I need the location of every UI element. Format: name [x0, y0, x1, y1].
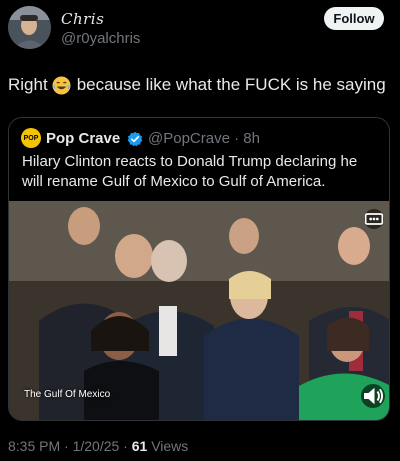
quoted-post-text: Hilary Clinton reacts to Donald Trump de…: [22, 153, 358, 190]
author-display-name[interactable]: Chris: [61, 10, 104, 28]
volume-icon[interactable]: [361, 384, 385, 408]
author-avatar[interactable]: [8, 6, 51, 49]
video-caption: The Gulf Of Mexico: [24, 389, 111, 400]
quoted-post-card[interactable]: POP Pop Crave @PopCrave · 8h Hilary Clin…: [8, 117, 390, 421]
video-frame: [9, 201, 389, 420]
video-player[interactable]: The Gulf Of Mexico: [9, 201, 389, 420]
quoted-author-avatar[interactable]: POP: [21, 128, 41, 148]
post-text-after: because like what the FUCK is he saying: [76, 75, 386, 94]
views-count: 61: [131, 438, 148, 454]
more-options-icon[interactable]: [364, 209, 384, 229]
verified-badge-icon: [127, 131, 143, 147]
post-text-before: Right: [8, 75, 48, 94]
quoted-author-name[interactable]: Pop Crave: [46, 130, 120, 147]
author-handle[interactable]: @r0yalchris: [61, 30, 140, 47]
quoted-handle-time[interactable]: @PopCrave · 8h: [148, 130, 260, 147]
follow-button[interactable]: Follow: [324, 7, 384, 30]
views-label: Views: [147, 438, 189, 454]
post-metadata: 8:35 PM · 1/20/25 · 61 Views: [8, 438, 188, 454]
face-with-tears-of-joy-icon: [52, 75, 71, 95]
post-timestamp[interactable]: 8:35 PM · 1/20/25 ·: [8, 438, 132, 454]
post-text: Right because like what the FUCK is he s…: [8, 75, 386, 95]
